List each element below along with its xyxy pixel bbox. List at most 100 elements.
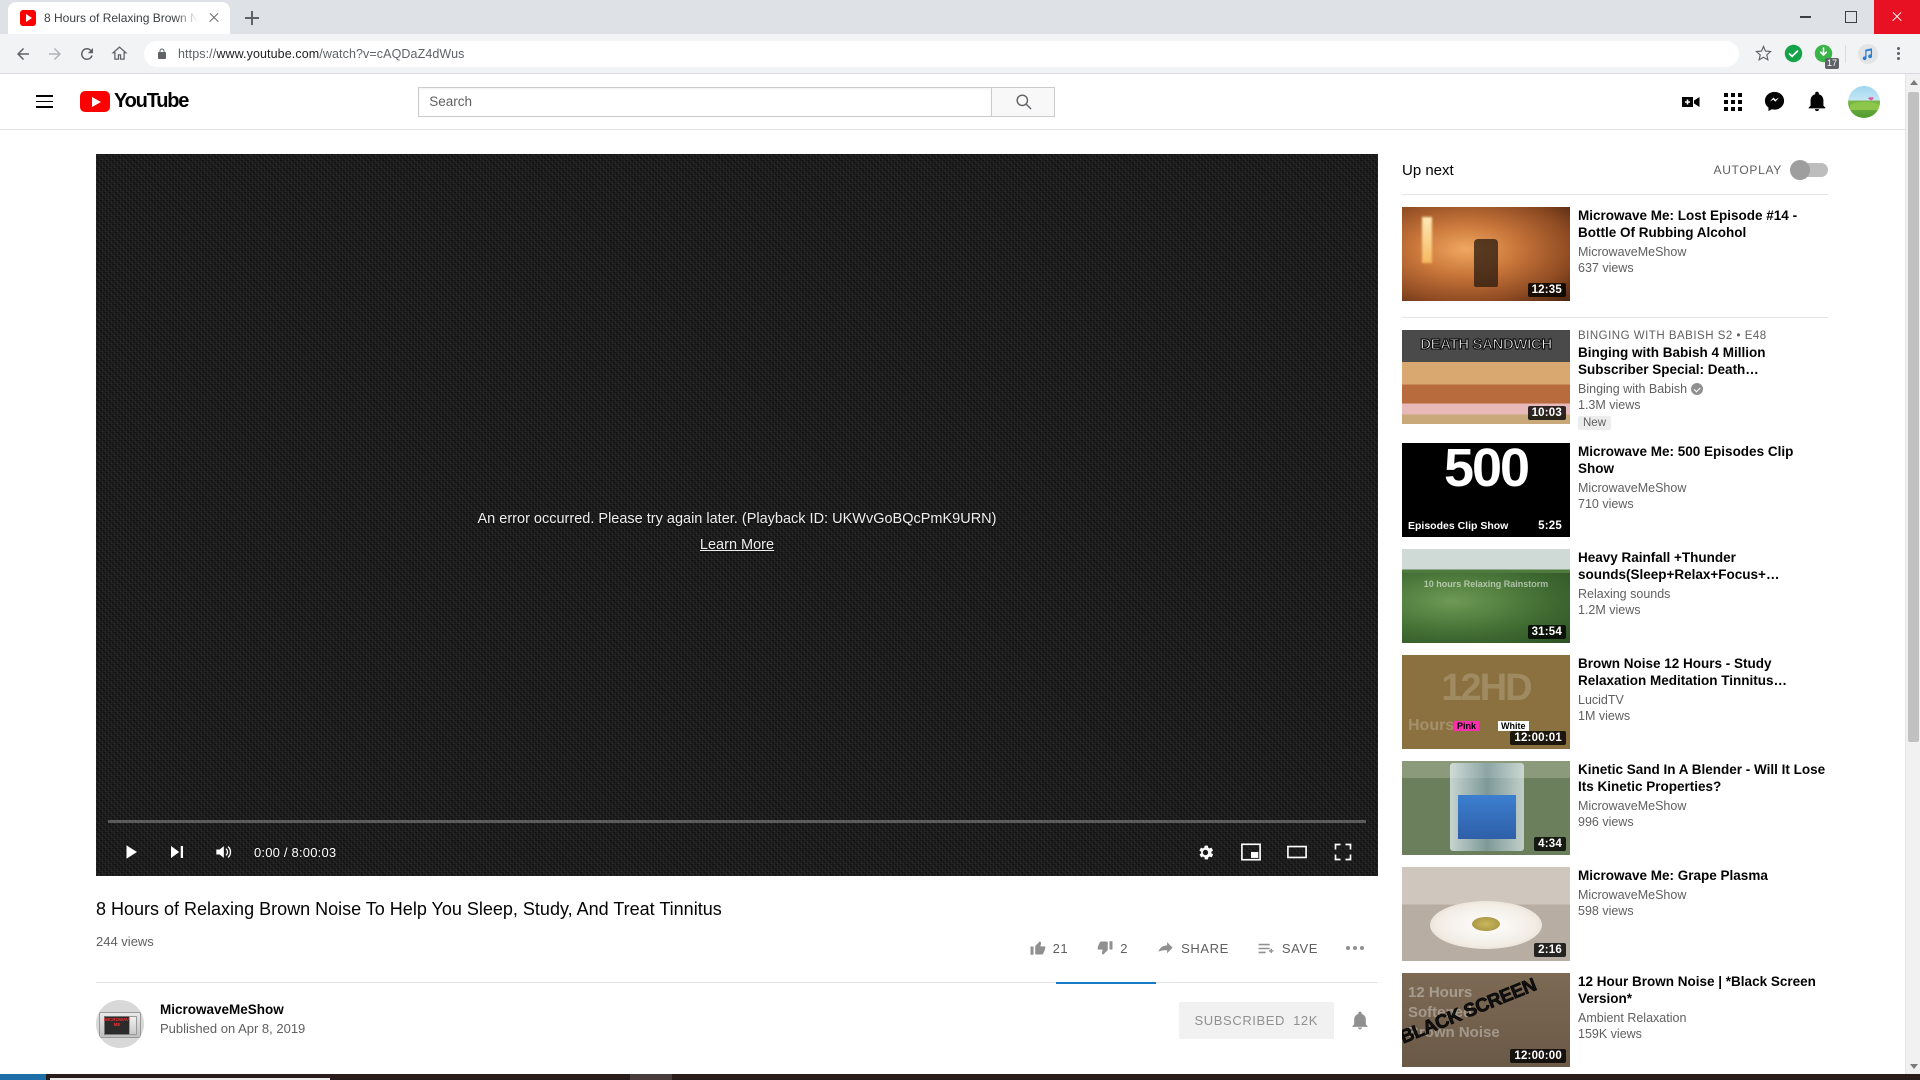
recommendation-channel[interactable]: MicrowaveMeShow (1578, 888, 1768, 902)
recommendation-item[interactable]: DEATH SANDWICH 10:03 BINGING WITH BABISH S… (1402, 326, 1828, 439)
thumbnail[interactable]: DEATH SANDWICH 10:03 (1402, 330, 1570, 424)
mail-icon[interactable] (588, 1074, 630, 1080)
thumbnail-text: DEATH SANDWICH (1420, 335, 1553, 353)
more-actions-button[interactable] (1332, 930, 1378, 966)
recommendation-channel[interactable]: MicrowaveMeShow (1578, 245, 1828, 259)
guide-menu-icon[interactable] (24, 82, 64, 122)
messages-icon[interactable] (1763, 90, 1786, 113)
recommendation-item[interactable]: 12HD Hours Pink White 12:00:01 Brown Noise 12… (1402, 651, 1828, 757)
recommendation-item[interactable]: 4:34 Kinetic Sand In A Blender - Will It … (1402, 757, 1828, 863)
new-tab-button[interactable] (238, 4, 266, 32)
youtube-logo[interactable]: YouTube (80, 90, 189, 113)
chrome-menu-icon[interactable] (1884, 40, 1912, 68)
recommendation-channel[interactable]: Ambient Relaxation (1578, 1011, 1828, 1025)
youtube-logo-text: YouTube (114, 90, 189, 112)
music-note-icon[interactable] (1854, 40, 1882, 68)
channel-name-label: Binging with Babish (1578, 382, 1688, 396)
video-duration: 4:34 (1534, 837, 1566, 851)
maximize-button[interactable] (1828, 0, 1874, 34)
file-explorer-icon[interactable] (420, 1074, 462, 1080)
back-icon[interactable] (8, 39, 38, 69)
like-button[interactable]: 21 (1015, 930, 1083, 966)
settings-gear-icon[interactable] (1182, 828, 1228, 876)
notifications-icon[interactable] (1806, 91, 1828, 113)
thumbnail[interactable]: 12:35 (1402, 207, 1570, 301)
autoplay-toggle[interactable] (1790, 160, 1828, 180)
up-next-header: Up next AUTOPLAY (1402, 154, 1828, 186)
thumbnail[interactable]: 10 hours Relaxing Rainstorm 31:54 (1402, 549, 1570, 643)
theater-mode-button[interactable] (1274, 828, 1320, 876)
recommendation-views: 710 views (1578, 497, 1634, 511)
address-bar[interactable]: https://www.youtube.com/watch?v=cAQDaZ4d… (144, 40, 1739, 67)
video-player[interactable]: An error occurred. Please try again late… (96, 154, 1378, 876)
extension-download-icon[interactable]: 17 (1809, 40, 1839, 69)
recommendation-channel[interactable]: Relaxing sounds (1578, 587, 1828, 601)
task-view-icon[interactable] (336, 1074, 378, 1080)
recommendation-title[interactable]: Microwave Me: Grape Plasma (1578, 867, 1768, 884)
reload-icon[interactable] (72, 39, 102, 69)
recommendation-title[interactable]: Microwave Me: Lost Episode #14 - Bottle … (1578, 207, 1828, 241)
lightning-icon[interactable] (546, 1074, 588, 1080)
progress-bar[interactable] (108, 820, 1366, 823)
recommendation-divider (1402, 317, 1828, 318)
miniplayer-button[interactable] (1228, 828, 1274, 876)
thumbnail[interactable]: 12HD Hours Pink White 12:00:01 (1402, 655, 1570, 749)
recommendation-title[interactable]: Binging with Babish 4 Million Subscriber… (1578, 344, 1828, 378)
fullscreen-button[interactable] (1320, 828, 1366, 876)
close-window-button[interactable] (1874, 0, 1920, 34)
scroll-down-icon[interactable] (1906, 1058, 1920, 1074)
recommendation-channel[interactable]: LucidTV (1578, 693, 1828, 707)
learn-more-link[interactable]: Learn More (700, 537, 774, 553)
search-button[interactable] (991, 86, 1056, 117)
browser-tab[interactable]: 8 Hours of Relaxing Brown Noise (8, 2, 230, 34)
start-button[interactable] (0, 1074, 46, 1080)
recommendation-item[interactable]: 10 hours Relaxing Rainstorm 31:54 Heavy Ra… (1402, 545, 1828, 651)
page-scrollbar[interactable] (1905, 74, 1920, 1074)
dislike-button[interactable]: 2 (1082, 930, 1142, 966)
recommendation-title[interactable]: Heavy Rainfall +Thunder sounds(Sleep+Rel… (1578, 549, 1828, 583)
chrome-icon[interactable] (630, 1074, 672, 1080)
close-icon[interactable] (206, 10, 222, 26)
save-button[interactable]: SAVE (1243, 930, 1332, 966)
recommendation-item[interactable]: 2:16 Microwave Me: Grape Plasma MicrowaveM… (1402, 863, 1828, 969)
recommendation-item[interactable]: 500 Episodes Clip Show 5:25 Microwave Me: 5… (1402, 439, 1828, 545)
thumbnail[interactable]: 4:34 (1402, 761, 1570, 855)
scrollbar-thumb[interactable] (1908, 92, 1919, 742)
minimize-button[interactable] (1782, 0, 1828, 34)
recommendation-info: 12 Hour Brown Noise | *Black Screen Vers… (1578, 973, 1828, 1067)
bookmark-star-icon[interactable] (1749, 40, 1777, 68)
apps-grid-icon[interactable] (1723, 92, 1743, 112)
recommendation-channel[interactable]: Binging with Babish (1578, 382, 1828, 396)
dropbox-icon[interactable] (504, 1074, 546, 1080)
recommendation-title[interactable]: Microwave Me: 500 Episodes Clip Show (1578, 443, 1828, 477)
recommendation-item[interactable]: 12:35 Microwave Me: Lost Episode #14 - Bo… (1402, 203, 1828, 309)
microsoft-store-icon[interactable] (462, 1074, 504, 1080)
thumbnail[interactable]: 2:16 (1402, 867, 1570, 961)
thumbnail[interactable]: 12 Hours Softened Brown Noise BLACK SCREEN 1… (1402, 973, 1570, 1067)
channel-avatar[interactable]: MICROWAVE ME (96, 1000, 144, 1048)
play-button[interactable] (108, 828, 154, 876)
avatar[interactable] (1848, 85, 1880, 118)
recommendation-title[interactable]: 12 Hour Brown Noise | *Black Screen Vers… (1578, 973, 1828, 1007)
action-center-icon[interactable] (1886, 1074, 1914, 1080)
scroll-up-icon[interactable] (1906, 74, 1920, 90)
volume-button[interactable] (200, 828, 246, 876)
share-button[interactable]: SHARE (1142, 930, 1243, 966)
subscribe-button[interactable]: SUBSCRIBED 12K (1178, 1002, 1334, 1039)
forward-icon[interactable] (40, 39, 70, 69)
edge-icon[interactable] (378, 1074, 420, 1080)
create-video-icon[interactable] (1679, 90, 1703, 114)
recommendation-item[interactable]: 12 Hours Softened Brown Noise BLACK SCREEN 1… (1402, 969, 1828, 1074)
recommendation-title[interactable]: Brown Noise 12 Hours - Study Relaxation … (1578, 655, 1828, 689)
thumbnail[interactable]: 500 Episodes Clip Show 5:25 (1402, 443, 1570, 537)
recommendation-title[interactable]: Kinetic Sand In A Blender - Will It Lose… (1578, 761, 1828, 795)
player-error-message: An error occurred. Please try again late… (96, 506, 1378, 558)
notification-bell-icon[interactable] (1342, 1003, 1378, 1039)
channel-name[interactable]: MicrowaveMeShow (160, 1002, 305, 1017)
recommendation-channel[interactable]: MicrowaveMeShow (1578, 481, 1828, 495)
extension-check-icon[interactable] (1779, 40, 1807, 68)
recommendation-channel[interactable]: MicrowaveMeShow (1578, 799, 1828, 813)
next-video-button[interactable] (154, 828, 200, 876)
home-icon[interactable] (104, 39, 134, 69)
search-input[interactable] (418, 86, 992, 117)
